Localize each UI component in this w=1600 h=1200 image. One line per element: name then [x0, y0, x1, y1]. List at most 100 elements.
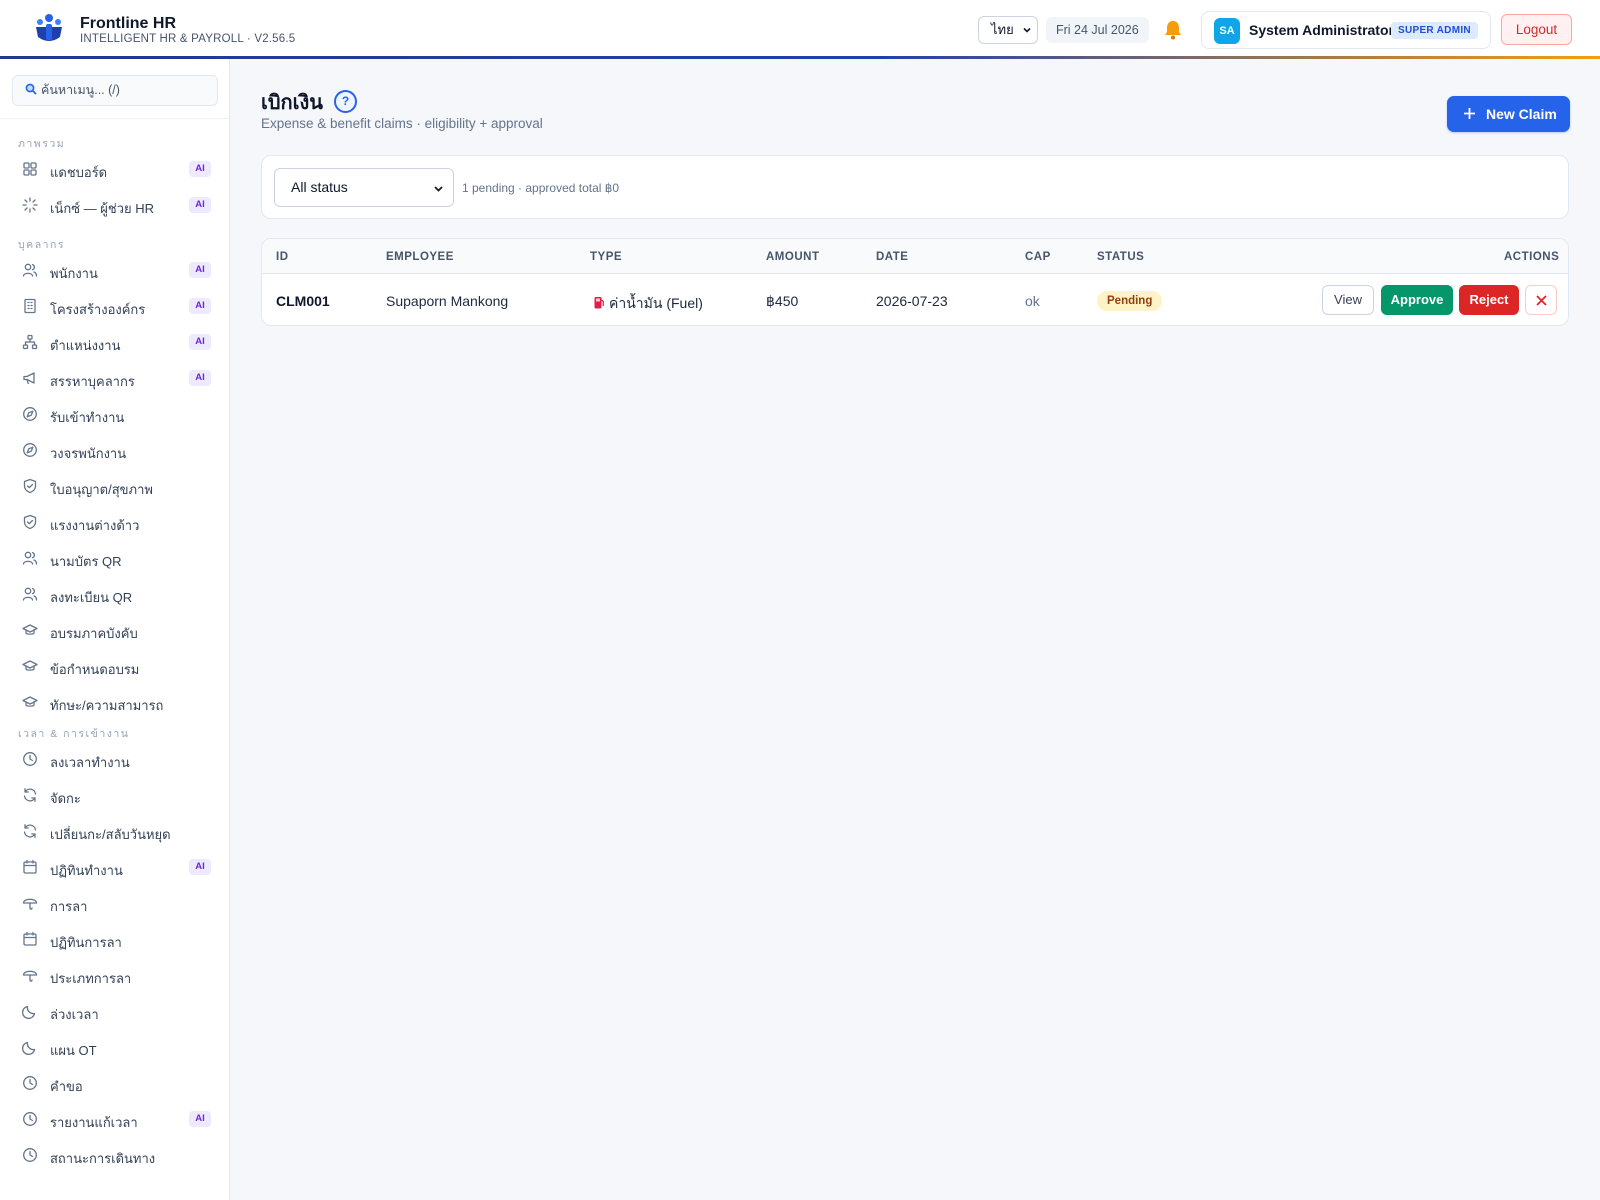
users-icon	[22, 587, 38, 601]
ai-badge: AI	[189, 197, 211, 213]
column-header-id: ID	[276, 251, 289, 263]
status-filter-select[interactable]: All status	[274, 168, 454, 207]
sidebar-item-label: เปลี่ยนกะ/สลับวันหยุด	[50, 827, 171, 842]
sidebar-item-label: ลงเวลาทำงาน	[50, 755, 130, 770]
sidebar-item-label: สถานะการเดินทาง	[50, 1151, 156, 1166]
clock-icon	[23, 1076, 37, 1090]
claim-id: CLM001	[276, 293, 330, 309]
sidebar-item-15[interactable]: ลงเวลาทำงาน	[0, 744, 229, 774]
role-badge: SUPER ADMIN	[1391, 22, 1478, 39]
calendar-icon	[23, 931, 37, 946]
ai-badge: AI	[189, 334, 211, 350]
column-header-status: STATUS	[1097, 251, 1145, 263]
claim-cap: ok	[1025, 293, 1040, 309]
sidebar-item-label: สรรหาบุคลากร	[50, 374, 135, 389]
new-claim-label: New Claim	[1486, 106, 1557, 122]
sidebar-item-label: ทักษะ/ความสามารถ	[50, 698, 164, 713]
menu-search-input[interactable]: ค้นหาเมนู... (/)	[12, 75, 218, 106]
logout-button[interactable]: Logout	[1501, 14, 1572, 45]
claim-date: 2026-07-23	[876, 293, 948, 309]
app-title: Frontline HR	[80, 15, 176, 32]
clock-icon	[23, 1148, 37, 1162]
claims-table: ID EMPLOYEE TYPE AMOUNT DATE CAP STATUS …	[261, 238, 1569, 326]
column-header-amount: AMOUNT	[766, 251, 820, 263]
sidebar-item-16[interactable]: จัดกะ	[0, 780, 229, 810]
current-date: Fri 24 Jul 2026	[1046, 17, 1149, 43]
sidebar-item-10[interactable]: นามบัตร QR	[0, 543, 229, 573]
language-select[interactable]: ไทย	[978, 16, 1038, 44]
sidebar-item-label: ประเภทการลา	[50, 971, 132, 986]
sidebar-item-2[interactable]: พนักงาน AI	[0, 255, 229, 285]
bell-icon[interactable]	[1162, 19, 1184, 41]
sidebar-item-6[interactable]: รับเข้าทำงาน	[0, 399, 229, 429]
sidebar-item-label: รับเข้าทำงาน	[50, 410, 125, 425]
fuel-icon	[594, 297, 604, 309]
clock-icon	[23, 1112, 37, 1126]
sidebar-item-19[interactable]: การลา	[0, 888, 229, 918]
sidebar-item-18[interactable]: ปฏิทินทำงาน AI	[0, 852, 229, 882]
ai-badge: AI	[189, 859, 211, 875]
sidebar-item-13[interactable]: ข้อกำหนดอบรม	[0, 651, 229, 681]
column-header-actions: ACTIONS	[1504, 251, 1560, 263]
user-name: System Administrator	[1249, 22, 1394, 38]
sidebar-item-5[interactable]: สรรหาบุคลากร AI	[0, 363, 229, 393]
help-icon[interactable]: ?	[334, 90, 357, 113]
sidebar-item-17[interactable]: เปลี่ยนกะ/สลับวันหยุด	[0, 816, 229, 846]
moon-icon	[22, 1041, 36, 1055]
sidebar-item-22[interactable]: ล่วงเวลา	[0, 996, 229, 1026]
sidebar-item-label: ปฏิทินทำงาน	[50, 863, 123, 878]
approve-button[interactable]: Approve	[1381, 285, 1453, 315]
sidebar-item-20[interactable]: ปฏิทินการลา	[0, 924, 229, 954]
sidebar-item-12[interactable]: อบรมภาคบังคับ	[0, 615, 229, 645]
sidebar-item-14[interactable]: ทักษะ/ความสามารถ	[0, 687, 229, 717]
reject-button[interactable]: Reject	[1459, 285, 1519, 315]
sidebar-item-label: ข้อกำหนดอบรม	[50, 662, 140, 677]
sidebar-item-9[interactable]: แรงงานต่างด้าว	[0, 507, 229, 537]
sidebar-item-label: คำขอ	[50, 1079, 83, 1094]
page-subtitle: Expense & benefit claims · eligibility +…	[261, 116, 543, 131]
top-bar: Frontline HR INTELLIGENT HR & PAYROLL · …	[0, 0, 1600, 59]
new-claim-button[interactable]: New Claim	[1447, 96, 1570, 132]
sidebar-item-label: ลงทะเบียน QR	[50, 590, 133, 605]
sidebar-item-3[interactable]: โครงสร้างองค์กร AI	[0, 291, 229, 321]
chevron-down-icon	[1023, 27, 1031, 33]
cap-icon	[22, 696, 38, 707]
search-icon	[25, 83, 37, 95]
ai-badge: AI	[189, 262, 211, 278]
ai-badge: AI	[189, 370, 211, 386]
sidebar-section-title: บุคลากร	[18, 239, 66, 251]
sidebar-item-label: แผน OT	[50, 1043, 97, 1058]
shield-icon	[23, 478, 37, 494]
close-icon	[1536, 295, 1547, 306]
sidebar-item-26[interactable]: สถานะการเดินทาง	[0, 1140, 229, 1170]
chevron-down-icon	[434, 186, 443, 192]
sidebar-item-1[interactable]: เน็กซ์ — ผู้ช่วย HR AI	[0, 190, 229, 220]
sidebar-item-label: แดชบอร์ด	[50, 165, 108, 180]
claim-employee: Supaporn Mankong	[386, 293, 509, 309]
user-menu[interactable]: SA System Administrator SUPER ADMIN	[1201, 11, 1491, 49]
avatar: SA	[1214, 18, 1240, 44]
delete-button[interactable]	[1525, 285, 1557, 315]
table-header: ID EMPLOYEE TYPE AMOUNT DATE CAP STATUS …	[262, 239, 1568, 274]
building-icon	[24, 298, 36, 314]
users-icon	[22, 263, 38, 277]
clock-icon	[23, 752, 37, 766]
sidebar-item-0[interactable]: แดชบอร์ด AI	[0, 154, 229, 184]
sidebar-item-7[interactable]: วงจรพนักงาน	[0, 435, 229, 465]
column-header-date: DATE	[876, 251, 909, 263]
sidebar-item-11[interactable]: ลงทะเบียน QR	[0, 579, 229, 609]
sidebar-item-24[interactable]: คำขอ	[0, 1068, 229, 1098]
sidebar-item-21[interactable]: ประเภทการลา	[0, 960, 229, 990]
cap-icon	[22, 660, 38, 671]
claim-type: ค่าน้ำมัน (Fuel)	[594, 293, 703, 315]
megaphone-icon	[23, 372, 35, 385]
header-accent-line	[0, 56, 1600, 59]
sidebar-item-8[interactable]: ใบอนุญาต/สุขภาพ	[0, 471, 229, 501]
sidebar-item-23[interactable]: แผน OT	[0, 1032, 229, 1062]
view-button[interactable]: View	[1322, 285, 1374, 315]
sidebar-item-25[interactable]: รายงานแก้เวลา AI	[0, 1104, 229, 1134]
status-filter-value: All status	[291, 179, 348, 195]
calendar-icon	[23, 859, 37, 874]
grid-icon	[23, 162, 37, 176]
sidebar-item-4[interactable]: ตำแหน่งงาน AI	[0, 327, 229, 357]
